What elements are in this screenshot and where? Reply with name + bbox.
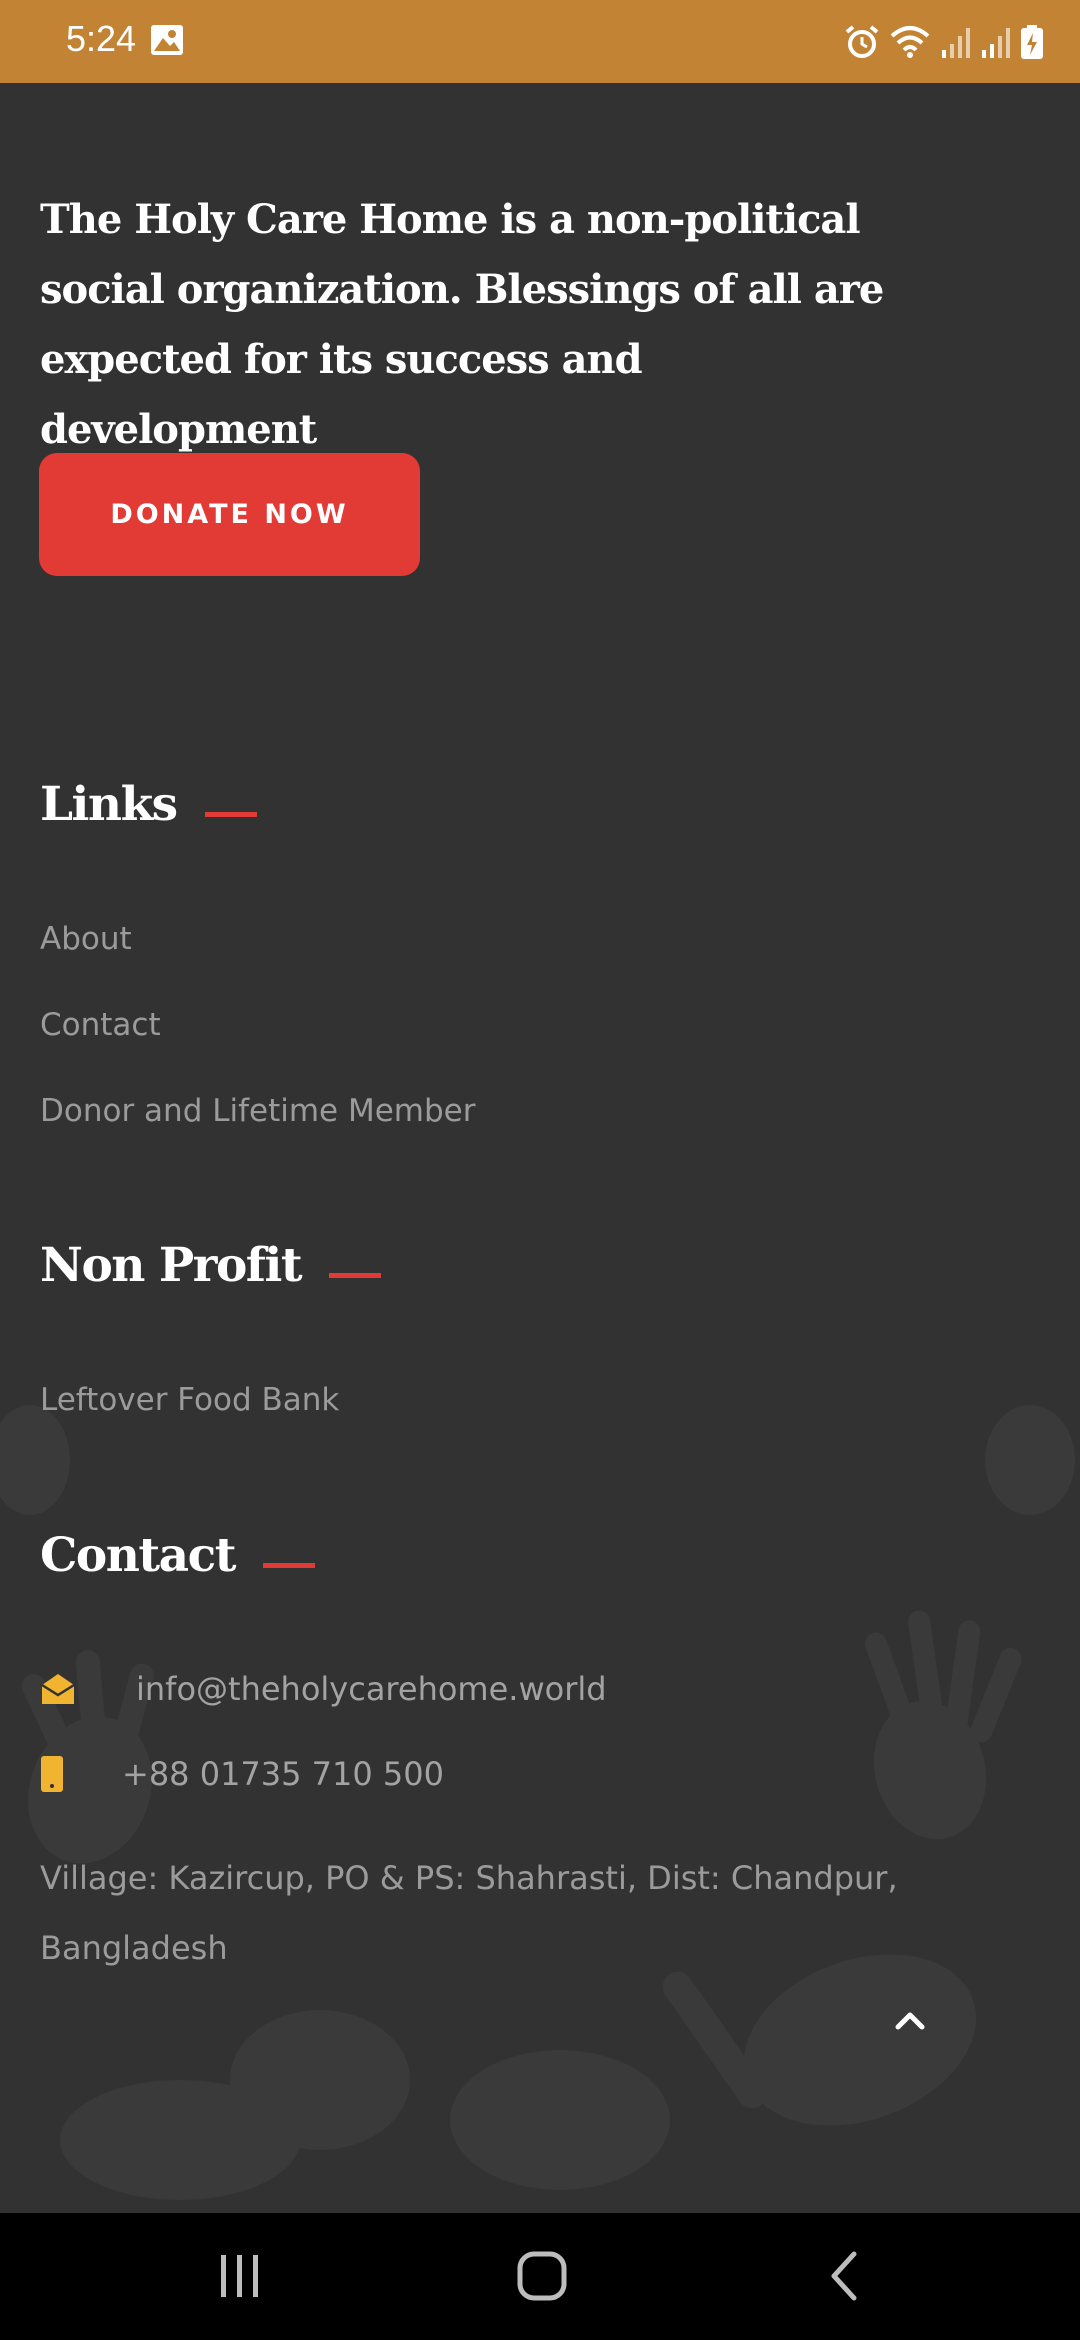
status-time: 5:24: [66, 18, 137, 59]
envelope-open-icon: [41, 1674, 75, 1704]
chevron-up-icon: [895, 2012, 925, 2030]
contact-section-title: Contact: [40, 1528, 315, 1583]
non-profit-title-text: Non Profit: [40, 1238, 303, 1293]
home-button[interactable]: [502, 2243, 582, 2309]
signal-icon: [982, 28, 1010, 58]
title-accent-bar: [329, 1273, 382, 1278]
contact-address: Village: Kazircup, PO & PS: Shahrasti, D…: [40, 1859, 898, 1967]
title-accent-bar: [204, 812, 257, 817]
link-about[interactable]: About: [40, 921, 132, 957]
links-title-text: Links: [40, 777, 178, 832]
title-accent-bar: [262, 1563, 315, 1568]
screen: 5:24 The Holy Care Home is a non-politic…: [0, 0, 1080, 2340]
mobile-phone-icon: [41, 1756, 63, 1792]
home-icon: [517, 2251, 567, 2301]
recent-apps-icon: [221, 2255, 258, 2297]
links-section-title: Links: [40, 777, 257, 832]
footer-tagline: The Holy Care Home is a non-political so…: [40, 196, 884, 453]
back-icon: [831, 2251, 857, 2301]
status-icons: [844, 20, 1044, 64]
link-contact[interactable]: Contact: [40, 1007, 161, 1043]
contact-phone[interactable]: +88 01735 710 500: [122, 1755, 444, 1793]
recent-apps-button[interactable]: [200, 2243, 280, 2309]
decorative-hands-background: [0, 1405, 1075, 2200]
battery-icon: [1021, 25, 1043, 59]
status-bar: 5:24: [0, 0, 1080, 83]
non-profit-section-title: Non Profit: [40, 1238, 382, 1293]
back-button[interactable]: [804, 2243, 884, 2309]
wifi-icon: [890, 26, 930, 58]
link-donor-lifetime-member[interactable]: Donor and Lifetime Member: [40, 1093, 476, 1129]
contact-title-text: Contact: [40, 1528, 236, 1583]
link-leftover-food-bank[interactable]: Leftover Food Bank: [40, 1382, 339, 1418]
contact-email[interactable]: info@theholycarehome.world: [136, 1670, 607, 1708]
signal-icon: [942, 28, 970, 58]
scroll-to-top-button[interactable]: [880, 1995, 940, 2045]
alarm-icon: [845, 25, 879, 58]
gallery-icon: [151, 25, 183, 55]
contact-email-row[interactable]: info@theholycarehome.world: [40, 1670, 607, 1708]
donate-now-button[interactable]: DONATE NOW: [39, 453, 420, 576]
contact-phone-row[interactable]: +88 01735 710 500: [40, 1755, 444, 1793]
system-navigation-bar: [0, 2213, 1080, 2340]
